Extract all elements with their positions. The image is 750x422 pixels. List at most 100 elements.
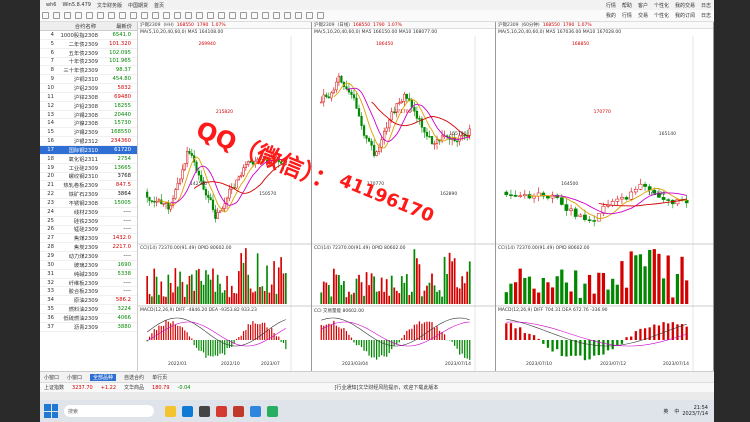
header-name[interactable]: 合约名称 xyxy=(40,22,98,30)
nav-item[interactable]: 个性化 xyxy=(654,12,669,19)
ime-indicator-2[interactable]: 中 xyxy=(674,408,679,415)
volume-bar xyxy=(666,255,670,304)
window-control[interactable]: 日志 xyxy=(701,2,711,9)
window-control[interactable]: 帮助 xyxy=(622,2,632,9)
taskbar-search[interactable]: 搜索 xyxy=(64,405,154,417)
contract-row[interactable]: 9 沪铜2310 454.80 xyxy=(40,75,137,85)
contract-row[interactable]: 17 国际铜2310 61720 xyxy=(40,145,137,155)
contract-row[interactable]: 28 焦炭2309 2217.0 xyxy=(40,243,137,253)
contract-row[interactable]: 15 沪锡2309 168550 xyxy=(40,128,137,138)
nav-item[interactable]: 交易 xyxy=(638,12,648,19)
nav-item[interactable]: 日志 xyxy=(701,12,711,19)
toolbar-icon[interactable] xyxy=(97,12,104,19)
contract-row[interactable]: 25 硅铁2309 ---- xyxy=(40,217,137,226)
toolbar-icon[interactable] xyxy=(218,12,225,19)
toolbar-icon[interactable] xyxy=(284,12,291,19)
chart-panel-60min[interactable]: 沪锡2309 (60分钟) 168550 1790 1.07% MA(5,10,20,40… xyxy=(496,22,714,371)
contract-row[interactable]: 19 工业硅2309 13665 xyxy=(40,164,137,173)
contract-row[interactable]: 5 二年债2309 101.320 xyxy=(40,40,137,49)
browser-icon[interactable] xyxy=(250,405,261,417)
contract-row[interactable]: 34 原油2309 586.2 xyxy=(40,296,137,306)
contract-row[interactable]: 31 纯碱2309 5338 xyxy=(40,270,137,279)
contract-row[interactable]: 36 低硫燃油2309 4066 xyxy=(40,314,137,323)
toolbar-icon[interactable] xyxy=(295,12,302,19)
contract-row[interactable]: 29 动力煤2309 ---- xyxy=(40,252,137,261)
toolbar-icon[interactable] xyxy=(251,12,258,19)
toolbar-icon[interactable] xyxy=(240,12,247,19)
toolbar-icon[interactable] xyxy=(119,12,126,19)
nav-item[interactable]: 我的订阅 xyxy=(675,12,695,19)
toolbar-icon[interactable] xyxy=(229,12,236,19)
contract-row[interactable]: 4 1000股指2308 6541.0 xyxy=(40,31,137,40)
toolbar-icon[interactable] xyxy=(306,12,313,19)
window-control[interactable]: 我的交易 xyxy=(675,2,695,9)
toolbar-icon[interactable] xyxy=(64,12,71,19)
nav-item[interactable]: 我的 xyxy=(606,12,616,19)
contract-row[interactable]: 37 沥青2309 3880 xyxy=(40,323,137,332)
contract-row[interactable]: 35 燃料油2309 3224 xyxy=(40,305,137,314)
menu-item[interactable]: 文华财务版 xyxy=(97,2,122,9)
bottom-tab[interactable]: 小窗口 xyxy=(67,374,82,381)
clock[interactable]: 21:54 2023/7/14 xyxy=(682,405,708,417)
contract-row[interactable]: 22 铁矿石2309 3864 xyxy=(40,190,137,200)
toolbar-icon[interactable] xyxy=(207,12,214,19)
toolbar-icon[interactable] xyxy=(42,12,49,19)
contract-row[interactable]: 32 纤维板2309 ---- xyxy=(40,279,137,288)
contract-row[interactable]: 11 沪锌2308 69480 xyxy=(40,93,137,102)
contract-row[interactable]: 21 热轧卷板2309 847.5 xyxy=(40,181,137,191)
contract-row[interactable]: 14 沪镍2308 15730 xyxy=(40,119,137,129)
wenhua-icon[interactable] xyxy=(233,405,244,417)
contract-row[interactable]: 23 不锈钢2308 15005 xyxy=(40,199,137,208)
candlestick-chart[interactable] xyxy=(138,22,311,371)
folder-icon[interactable] xyxy=(165,405,176,417)
contract-row[interactable]: 16 沪银2312 234360 xyxy=(40,137,137,146)
contract-row[interactable]: 24 线材2309 ---- xyxy=(40,208,137,217)
contract-row[interactable]: 20 螺纹钢2310 3768 xyxy=(40,173,137,182)
edge-icon[interactable] xyxy=(182,405,193,417)
candlestick-chart[interactable] xyxy=(496,22,713,371)
bottom-tab[interactable]: 自选合约 xyxy=(124,374,144,381)
bottom-tab[interactable]: 小窗口 xyxy=(44,374,59,381)
header-price[interactable]: 最新价 xyxy=(98,22,134,30)
contract-row[interactable]: 12 沪铅2308 18255 xyxy=(40,102,137,111)
ime-indicator[interactable]: 英 xyxy=(663,408,668,415)
window-control[interactable]: 客户 xyxy=(638,2,648,9)
window-control[interactable]: 个性化 xyxy=(654,2,669,9)
contract-row[interactable]: 30 玻璃2309 1690 xyxy=(40,261,137,270)
windows-start-icon[interactable] xyxy=(44,404,58,418)
contract-row[interactable]: 33 胶合板2309 ---- xyxy=(40,287,137,297)
toolbar-icon[interactable] xyxy=(185,12,192,19)
toolbar-icon[interactable] xyxy=(317,12,324,19)
window-control[interactable]: 行情 xyxy=(606,2,616,9)
contract-row[interactable]: 26 锰硅2309 ---- xyxy=(40,226,137,235)
toolbar-icon[interactable] xyxy=(174,12,181,19)
contract-price: 98.37 xyxy=(115,67,131,74)
contract-row[interactable]: 6 五年债2309 102.095 xyxy=(40,49,137,58)
nav-item[interactable]: 行情 xyxy=(622,12,632,19)
toolbar-icon[interactable] xyxy=(152,12,159,19)
app-icon[interactable] xyxy=(199,405,210,417)
contract-row[interactable]: 18 氧化铝2311 2754 xyxy=(40,155,137,164)
contract-row[interactable]: 13 沪锡2308 20440 xyxy=(40,111,137,120)
toolbar-icon[interactable] xyxy=(141,12,148,19)
toolbar-icon[interactable] xyxy=(86,12,93,19)
wps-icon[interactable] xyxy=(216,405,227,417)
toolbar-icon[interactable] xyxy=(196,12,203,19)
toolbar-icon[interactable] xyxy=(130,12,137,19)
contract-row[interactable]: 10 沪铝2309 5832 xyxy=(40,84,137,93)
bottom-tab-active[interactable]: 全部品种 xyxy=(90,373,117,381)
toolbar-icon[interactable] xyxy=(108,12,115,19)
contract-row[interactable]: 27 焦煤2309 1432.0 xyxy=(40,234,137,244)
toolbar-icon[interactable] xyxy=(273,12,280,19)
toolbar-icon[interactable] xyxy=(75,12,82,19)
toolbar-icon[interactable] xyxy=(163,12,170,19)
contract-row[interactable]: 7 十年债2309 101.965 xyxy=(40,58,137,67)
toolbar-icon[interactable] xyxy=(262,12,269,19)
wechat-icon[interactable] xyxy=(267,405,278,417)
menu-item[interactable]: 首页 xyxy=(154,2,164,9)
toolbar-icon[interactable] xyxy=(53,12,60,19)
chart-panel-weekly[interactable]: 沪锡2309 (HH) 168550 1790 1.07% MA(5,10,20,40,6… xyxy=(138,22,312,371)
bottom-tab[interactable]: 单行页 xyxy=(152,374,167,381)
menu-item[interactable]: 中国期货 xyxy=(128,2,148,9)
contract-row[interactable]: 8 三十年债2309 98.37 xyxy=(40,66,137,76)
